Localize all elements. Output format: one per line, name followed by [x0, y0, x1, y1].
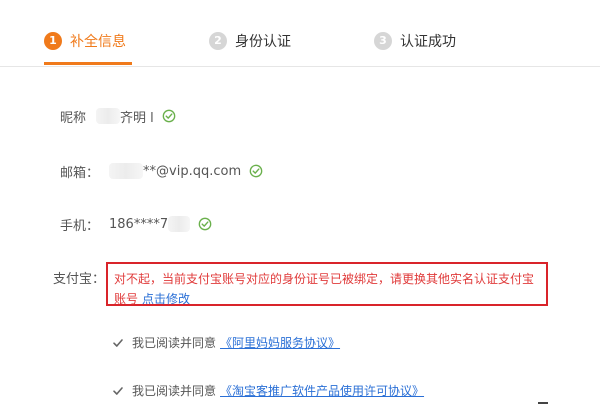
- agreement-2-text: 我已阅读并同意: [132, 384, 217, 398]
- step-2: 2 身份认证: [209, 30, 291, 52]
- step-3-number: 3: [374, 32, 392, 50]
- edit-alipay-link[interactable]: 点击修改: [142, 292, 190, 306]
- step-1: 1 补全信息: [44, 30, 126, 52]
- active-step-underline: [44, 62, 132, 65]
- agreement-row-1: 我已阅读并同意 《阿里妈妈服务协议》: [112, 334, 340, 351]
- step-2-label: 身份认证: [235, 34, 291, 50]
- checkmark-icon[interactable]: [112, 385, 124, 397]
- phone-value: 186****7: [109, 216, 169, 232]
- step-indicator: 1 补全信息 2 身份认证 3 认证成功: [0, 0, 600, 67]
- text-cursor: [538, 402, 548, 404]
- check-circle-icon: [249, 164, 263, 178]
- step-2-number: 2: [209, 32, 227, 50]
- email-value: **@vip.qq.com: [143, 163, 242, 179]
- nickname-value: 齐明 l: [120, 110, 154, 126]
- agreement-1-text: 我已阅读并同意: [132, 336, 217, 350]
- alipay-error-box: 对不起，当前支付宝账号对应的身份证号已被绑定，请更换其他实名认证支付宝账号 点击修…: [106, 262, 548, 306]
- step-1-label: 补全信息: [70, 34, 126, 50]
- phone-label: 手机：: [60, 218, 100, 234]
- alipay-label: 支付宝：: [53, 272, 106, 287]
- phone-row: 手机： 186****7: [60, 214, 212, 234]
- email-label: 邮箱：: [60, 165, 100, 181]
- nickname-label: 昵称: [60, 110, 87, 126]
- alimama-agreement-link[interactable]: 《阿里妈妈服务协议》: [220, 334, 340, 351]
- agreement-row-2: 我已阅读并同意 《淘宝客推广软件产品使用许可协议》: [112, 382, 424, 399]
- check-circle-icon: [198, 217, 212, 231]
- taobaoke-license-link[interactable]: 《淘宝客推广软件产品使用许可协议》: [220, 382, 424, 399]
- checkmark-icon[interactable]: [112, 337, 124, 349]
- step-3-label: 认证成功: [400, 34, 456, 50]
- redacted-blur: [96, 108, 121, 124]
- check-circle-icon: [162, 109, 176, 123]
- step-1-number: 1: [44, 32, 62, 50]
- redacted-blur: [168, 216, 191, 232]
- nickname-row: 昵称 齐明 l: [60, 106, 176, 126]
- step-3: 3 认证成功: [374, 30, 456, 52]
- email-row: 邮箱： **@vip.qq.com: [60, 161, 263, 181]
- redacted-blur: [109, 163, 144, 179]
